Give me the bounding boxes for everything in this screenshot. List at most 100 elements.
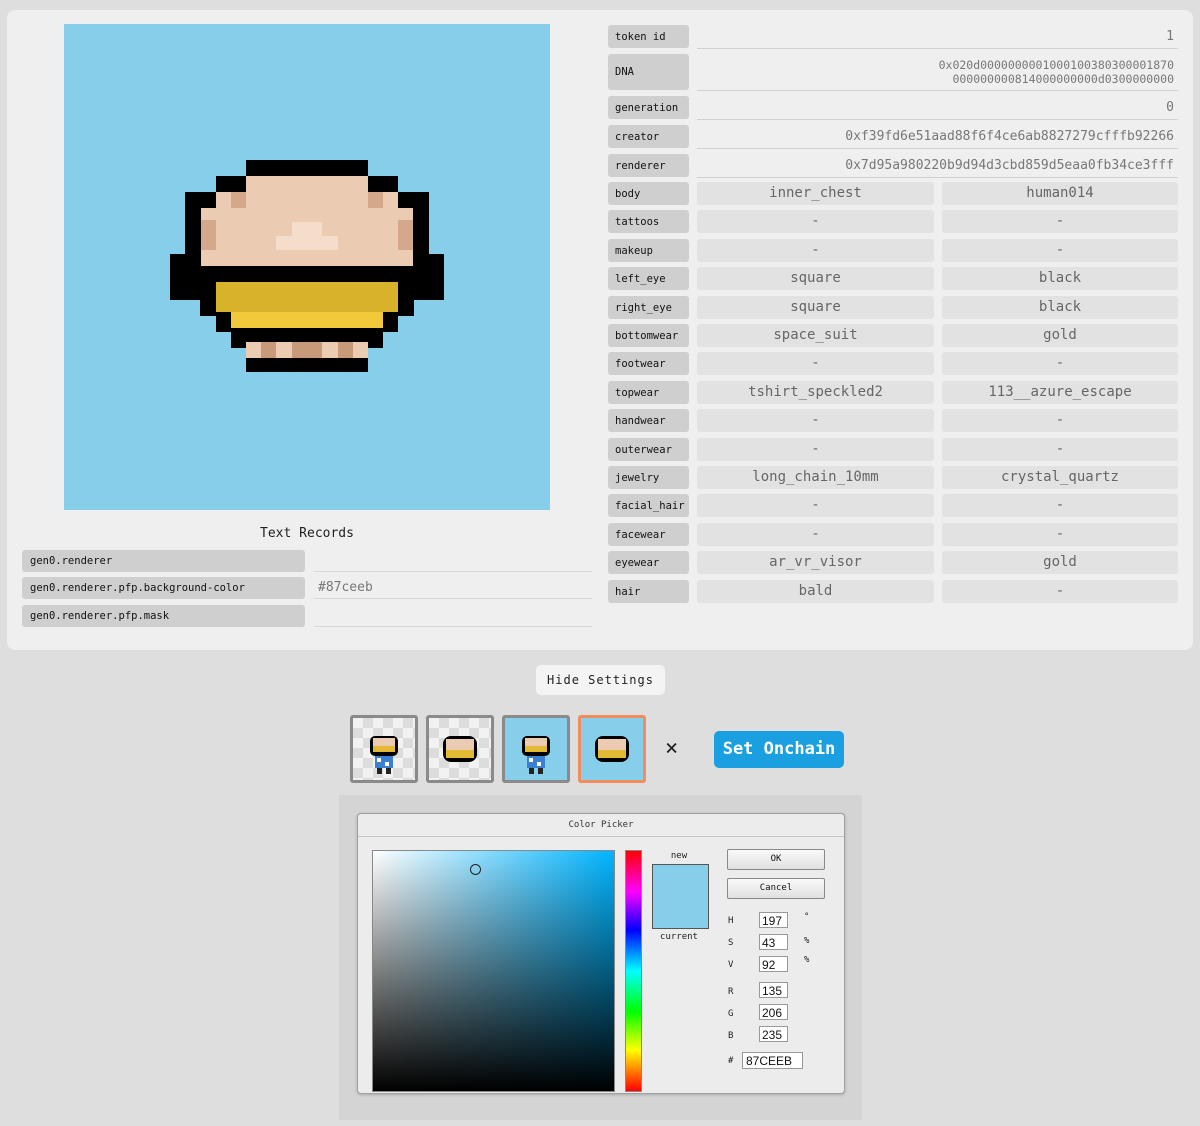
attribute-label-left-eye: left_eye — [608, 267, 689, 290]
hue-unit: ° — [804, 912, 810, 922]
character-preview — [64, 24, 550, 510]
attribute-variant[interactable]: gold — [942, 551, 1178, 574]
attribute-variant[interactable]: - — [942, 210, 1178, 233]
attribute-label-body: body — [608, 182, 689, 205]
color-swatch — [652, 864, 709, 929]
hex-label: # — [728, 1056, 734, 1066]
attribute-label-hair: hair — [608, 580, 689, 603]
blue-label: B — [728, 1031, 734, 1041]
head-icon — [443, 736, 477, 762]
attribute-variant[interactable]: - — [942, 409, 1178, 432]
hide-settings-button[interactable]: Hide Settings — [536, 665, 665, 695]
set-onchain-button[interactable]: Set Onchain — [714, 731, 844, 768]
attribute-type[interactable]: - — [697, 438, 934, 461]
attribute-label-jewelry: jewelry — [608, 466, 689, 489]
attribute-variant[interactable]: black — [942, 267, 1178, 290]
attribute-type[interactable]: tshirt_speckled2 — [697, 381, 934, 404]
attribute-variant[interactable]: - — [942, 239, 1178, 262]
color-picker-title: Color Picker — [358, 814, 844, 837]
attribute-type[interactable]: square — [697, 296, 934, 319]
attribute-variant[interactable]: - — [942, 352, 1178, 375]
text-record-value[interactable]: #87ceeb — [314, 577, 592, 599]
thumbnail-full-body-background[interactable] — [502, 715, 570, 783]
current-color-label: current — [660, 932, 698, 942]
green-label: G — [728, 1009, 734, 1019]
generation-value: 0 — [697, 96, 1178, 120]
attribute-label-handwear: handwear — [608, 409, 689, 432]
red-input[interactable]: 135 — [759, 982, 788, 998]
attribute-variant[interactable]: gold — [942, 324, 1178, 347]
attribute-variant[interactable]: crystal_quartz — [942, 466, 1178, 489]
value-label: V — [728, 960, 734, 970]
value-unit: % — [804, 955, 810, 965]
attribute-label-right-eye: right_eye — [608, 296, 689, 319]
attribute-variant[interactable]: black — [942, 296, 1178, 319]
token-id-label: token id — [608, 25, 689, 48]
saturation-input[interactable]: 43 — [759, 934, 788, 950]
hex-input[interactable]: 87CEEB — [742, 1052, 803, 1069]
renderer-value: 0x7d95a980220b9d94d3cbd859d5eaa0fb34ce3f… — [697, 154, 1178, 178]
text-record-key: gen0.renderer — [22, 550, 305, 572]
attribute-type[interactable]: - — [697, 239, 934, 262]
saturation-value-field[interactable] — [372, 850, 615, 1092]
cancel-button[interactable]: Cancel — [727, 878, 825, 899]
text-record-row: gen0.renderer.pfp.mask — [22, 605, 592, 627]
attribute-variant[interactable]: 113__azure_escape — [942, 381, 1178, 404]
attribute-variant[interactable]: - — [942, 438, 1178, 461]
red-label: R — [728, 987, 734, 997]
green-input[interactable]: 206 — [759, 1004, 788, 1020]
attribute-type[interactable]: bald — [697, 580, 934, 603]
thumbnail-head-background[interactable] — [578, 715, 646, 783]
text-record-row: gen0.renderer.pfp.background-color #87ce… — [22, 577, 592, 599]
attribute-label-outerwear: outerwear — [608, 438, 689, 461]
token-id-text: 1 — [1166, 29, 1174, 44]
attribute-label-bottomwear: bottomwear — [608, 324, 689, 347]
creator-value: 0xf39fd6e51aad88f6f4ce6ab8827279cfffb922… — [697, 125, 1178, 149]
creator-text: 0xf39fd6e51aad88f6f4ce6ab8827279cfffb922… — [845, 129, 1174, 144]
full-body-icon — [370, 736, 398, 774]
attribute-type[interactable]: - — [697, 523, 934, 546]
attribute-type[interactable]: - — [697, 352, 934, 375]
text-record-value[interactable] — [314, 605, 592, 627]
attribute-type[interactable]: space_suit — [697, 324, 934, 347]
attribute-type[interactable]: - — [697, 409, 934, 432]
attribute-label-makeup: makeup — [608, 239, 689, 262]
generation-label: generation — [608, 96, 689, 119]
attribute-type[interactable]: - — [697, 494, 934, 517]
creator-label: creator — [608, 125, 689, 148]
attribute-variant[interactable]: - — [942, 580, 1178, 603]
saturation-unit: % — [804, 936, 810, 946]
dna-label: DNA — [608, 54, 689, 90]
text-record-value[interactable] — [314, 550, 592, 572]
color-cursor-icon[interactable] — [470, 864, 481, 875]
new-color-label: new — [670, 851, 688, 861]
text-records-title: Text Records — [260, 526, 354, 541]
hue-label: H — [728, 916, 734, 926]
text-record-key: gen0.renderer.pfp.background-color — [22, 577, 305, 599]
attribute-variant[interactable]: - — [942, 494, 1178, 517]
attribute-type[interactable]: - — [697, 210, 934, 233]
attribute-label-topwear: topwear — [608, 381, 689, 404]
attribute-label-facial-hair: facial_hair — [608, 494, 689, 517]
text-record-row: gen0.renderer — [22, 550, 592, 572]
attribute-label-eyewear: eyewear — [608, 551, 689, 574]
attribute-variant[interactable]: human014 — [942, 182, 1178, 205]
attribute-type[interactable]: ar_vr_visor — [697, 551, 934, 574]
attribute-type[interactable]: long_chain_10mm — [697, 466, 934, 489]
ok-button[interactable]: OK — [727, 849, 825, 870]
dna-line-1: 0x020d000000000100010038030000187​0 — [938, 58, 1174, 72]
thumbnail-head-transparent[interactable] — [426, 715, 494, 783]
thumbnail-full-body-transparent[interactable] — [350, 715, 418, 783]
attribute-type[interactable]: inner_chest — [697, 182, 934, 205]
text-record-key: gen0.renderer.pfp.mask — [22, 605, 305, 627]
hue-slider[interactable] — [625, 850, 642, 1092]
hue-input[interactable]: 197 — [759, 912, 788, 928]
close-icon[interactable]: × — [665, 736, 678, 761]
dna-line-2: 000000000814000000000d0300000000 — [952, 72, 1174, 86]
attribute-type[interactable]: square — [697, 267, 934, 290]
character-pixel-art — [170, 160, 444, 372]
blue-input[interactable]: 235 — [759, 1026, 788, 1042]
value-input[interactable]: 92 — [759, 956, 788, 972]
attribute-variant[interactable]: - — [942, 523, 1178, 546]
attribute-label-tattoos: tattoos — [608, 210, 689, 233]
